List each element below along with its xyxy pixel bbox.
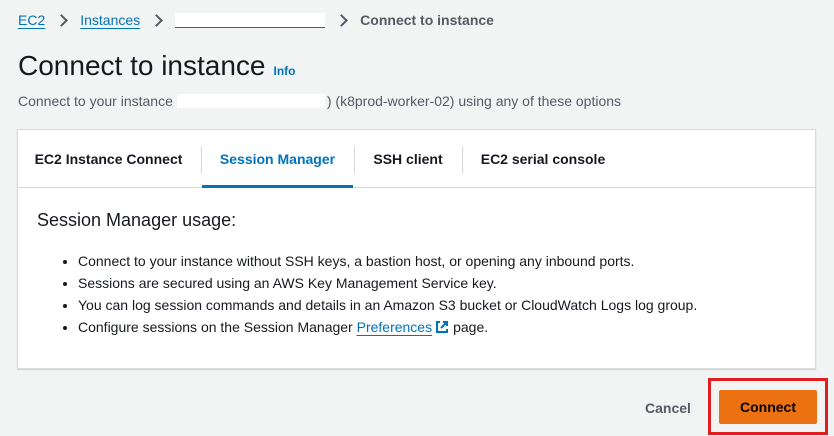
breadcrumb-current: Connect to instance [360, 12, 494, 28]
list-item: Configure sessions on the Session Manage… [78, 316, 697, 338]
external-link-icon[interactable] [435, 318, 449, 340]
session-manager-usage-heading: Session Manager usage: [37, 210, 237, 230]
chevron-right-icon [335, 13, 349, 27]
page-title: Connect to instance Info [18, 50, 296, 82]
page-title-text: Connect to instance [18, 50, 266, 81]
tab-ssh-client[interactable]: SSH client [355, 130, 461, 188]
preferences-prefix: Configure sessions on the Session Manage… [78, 319, 353, 335]
preferences-suffix: page. [453, 319, 489, 335]
tab-session-manager[interactable]: Session Manager [202, 130, 353, 188]
list-item: You can log session commands and details… [78, 294, 697, 316]
breadcrumb: EC2 Instances Connect to instance [18, 10, 494, 30]
page-subtitle: Connect to your instance ) (k8prod-worke… [18, 93, 621, 109]
breadcrumb-ec2[interactable]: EC2 [18, 12, 45, 28]
subtitle-prefix: Connect to your instance [18, 93, 173, 109]
chevron-right-icon [150, 13, 164, 27]
subtitle-suffix: ) (k8prod-worker-02) using any of these … [326, 93, 622, 109]
connect-button[interactable]: Connect [719, 390, 817, 424]
list-item: Connect to your instance without SSH key… [78, 250, 697, 272]
chevron-right-icon [55, 13, 69, 27]
breadcrumb-instance-id-redacted[interactable] [175, 12, 326, 28]
session-manager-usage-list: Connect to your instance without SSH key… [58, 250, 697, 338]
list-item: Sessions are secured using an AWS Key Ma… [78, 272, 697, 294]
tab-ec2-serial-console[interactable]: EC2 serial console [463, 130, 623, 188]
preferences-link[interactable]: Preferences [357, 319, 432, 335]
tab-ec2-instance-connect[interactable]: EC2 Instance Connect [18, 130, 199, 188]
instance-id-redacted [176, 94, 325, 108]
connection-method-tabs: EC2 Instance Connect Session Manager SSH… [18, 130, 815, 188]
breadcrumb-instances[interactable]: Instances [80, 12, 140, 28]
info-link[interactable]: Info [274, 64, 296, 78]
connect-options-panel: EC2 Instance Connect Session Manager SSH… [17, 129, 816, 369]
cancel-button[interactable]: Cancel [634, 392, 702, 424]
